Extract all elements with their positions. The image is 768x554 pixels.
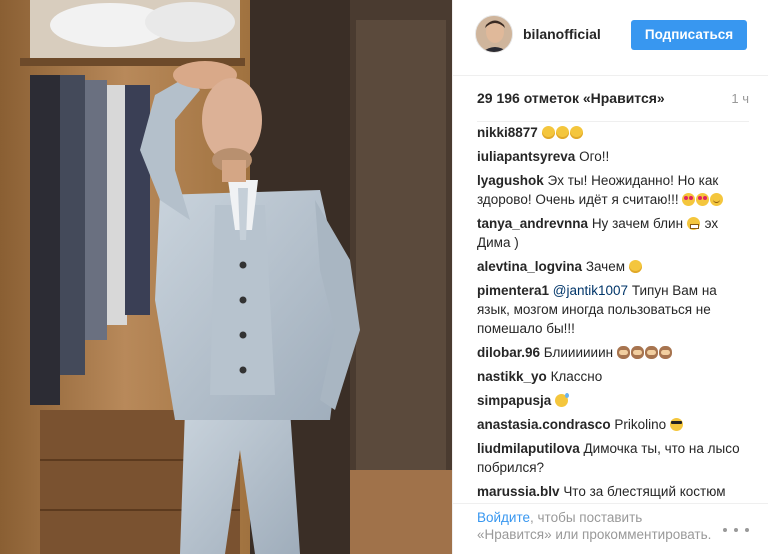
comment: nikki8877 xyxy=(477,123,749,142)
sweat-emoji-icon xyxy=(555,393,570,407)
comment: iuliapantsyreva Ого!! xyxy=(477,147,749,166)
comment-text: Что за блестящий костюм xyxy=(563,484,726,499)
avatar-image xyxy=(476,16,512,52)
login-link[interactable]: Войдите xyxy=(477,510,530,525)
follow-button[interactable]: Подписаться xyxy=(631,20,747,50)
comment-text: Ого!! xyxy=(579,149,610,164)
comment: pimentera1 @jantik1007 Типун Вам на язык… xyxy=(477,281,749,338)
comment-text: Классно xyxy=(550,369,603,384)
more-options-icon[interactable] xyxy=(723,526,749,534)
comment-username[interactable]: marussia.blv xyxy=(477,484,560,499)
hearteyes-emoji-icon xyxy=(682,193,696,206)
comment-text: Ну зачем блин xyxy=(591,216,684,231)
monkey-emoji-icon xyxy=(658,346,672,359)
sunglasses-emoji-icon xyxy=(669,418,683,431)
blush-emoji-icon xyxy=(710,193,724,206)
unamused-emoji-icon xyxy=(555,126,569,139)
photo-man-in-grey-suit xyxy=(0,0,452,554)
unamused-emoji-icon xyxy=(569,126,583,139)
monkey-emoji-icon xyxy=(616,346,630,359)
comment: simpapusja xyxy=(477,391,749,410)
login-prompt: Войдите, чтобы поставить «Нравится» или … xyxy=(477,509,717,543)
comment-mention[interactable]: @jantik1007 xyxy=(553,283,628,298)
comment-username[interactable]: tanya_andrevnna xyxy=(477,216,588,231)
post-photo[interactable] xyxy=(0,0,452,554)
post-header: bilanofficial Подписаться xyxy=(453,0,768,76)
comment-username[interactable]: dilobar.96 xyxy=(477,345,540,360)
hearteyes-emoji-icon xyxy=(696,193,710,206)
post-time[interactable]: 1 ч xyxy=(731,91,749,106)
comment: liudmilaputilova Димочка ты, что на лысо… xyxy=(477,439,749,477)
comments-list[interactable]: nikki8877 iuliapantsyreva Ого!! lyagusho… xyxy=(477,121,749,503)
comment: dilobar.96 Блиииииин xyxy=(477,343,749,362)
likes-row: 29 196 отметок «Нравится» 1 ч xyxy=(477,90,749,110)
comment-text: Блиииииин xyxy=(543,345,614,360)
comment-username[interactable]: simpapusja xyxy=(477,393,551,408)
comment: marussia.blv Что за блестящий костюм xyxy=(477,482,749,501)
comment-username[interactable]: nastikk_yo xyxy=(477,369,547,384)
comment-username[interactable]: anastasia.condrasco xyxy=(477,417,611,432)
comment-username[interactable]: pimentera1 xyxy=(477,283,549,298)
comment-text: Prikolino xyxy=(614,417,667,432)
avatar[interactable] xyxy=(475,15,513,53)
monkey-emoji-icon xyxy=(644,346,658,359)
username-link[interactable]: bilanofficial xyxy=(523,26,601,42)
comment-username[interactable]: alevtina_logvina xyxy=(477,259,582,274)
comment-username[interactable]: nikki8877 xyxy=(477,125,538,140)
post-footer: Войдите, чтобы поставить «Нравится» или … xyxy=(453,503,768,554)
unamused-emoji-icon xyxy=(541,126,555,139)
comment-text: Зачем xyxy=(585,259,626,274)
comment: lyagushok Эх ты! Неожиданно! Но как здор… xyxy=(477,171,749,209)
comment-username[interactable]: lyagushok xyxy=(477,173,544,188)
likes-count[interactable]: 29 196 отметок «Нравится» xyxy=(477,90,665,106)
post-sidebar: bilanofficial Подписаться 29 196 отметок… xyxy=(452,0,768,554)
unamused-emoji-icon xyxy=(628,260,642,273)
comment: tanya_andrevnna Ну зачем блин эх Дима ) xyxy=(477,214,749,252)
comment-username[interactable]: liudmilaputilova xyxy=(477,441,580,456)
comment: nastikk_yo Классно xyxy=(477,367,749,386)
comment: alevtina_logvina Зачем xyxy=(477,257,749,276)
grimace-emoji-icon xyxy=(686,217,700,230)
monkey-emoji-icon xyxy=(630,346,644,359)
comment-username[interactable]: iuliapantsyreva xyxy=(477,149,575,164)
comment: anastasia.condrasco Prikolino xyxy=(477,415,749,434)
